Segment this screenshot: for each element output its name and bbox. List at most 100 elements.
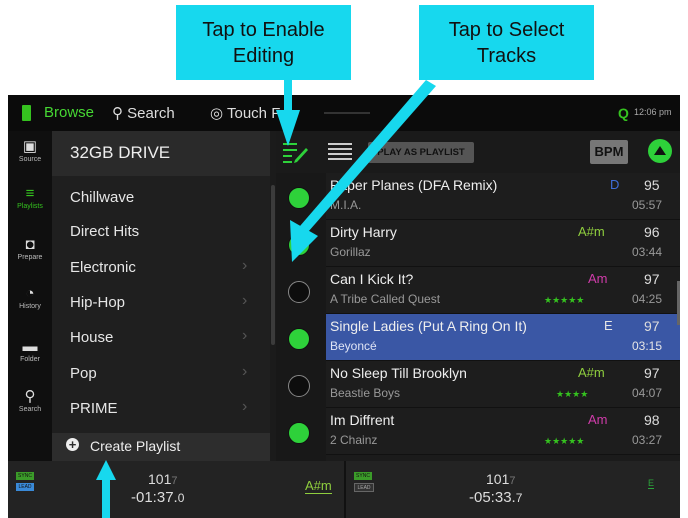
role-badge: LEAD [354,483,374,492]
playlist-label: Hip-Hop [70,294,126,311]
playlist-label: Pop [70,365,97,382]
playlist-item-prime[interactable]: PRIME › [52,392,270,426]
list-view-icon[interactable] [328,142,352,162]
sidebar-item-history[interactable]: ◔ History [8,285,52,311]
track-artist: Beastie Boys [330,386,401,400]
sync-badge[interactable]: SYNC [354,472,372,480]
track-key: A#m [578,365,605,380]
track-duration: 04:07 [632,386,663,400]
deck-time-fraction: 0 [177,491,185,505]
plus-icon: + [66,438,79,451]
folder-icon: ▬ [22,338,38,355]
create-playlist-label: Create Playlist [90,438,181,454]
deck-strip: SYNC LEAD 1017 -01:37.0 A#m SYNC LEAD 10… [8,461,680,518]
drive-row[interactable]: 32GB DRIVE [52,131,270,176]
sidebar-item-label: Source [18,156,42,163]
history-icon: ◔ [25,285,35,302]
battery-icon [22,105,31,121]
deck-right[interactable]: SYNC LEAD 1017 -05:33.7 E [346,461,680,518]
deck-bpm-main: 101 [486,471,510,487]
deck-time-fraction: 7 [515,491,523,505]
sort-direction-button[interactable] [648,139,672,163]
play-as-playlist-button[interactable]: PLAY AS PLAYLIST [368,142,474,163]
track-row[interactable]: Dirty Harry Gorillaz A#m 96 03:44 [326,220,680,267]
create-playlist-button[interactable]: + Create Playlist [52,433,270,461]
chevron-right-icon: › [242,363,248,380]
track-key: A#m [578,224,605,239]
track-key: Am [588,271,608,286]
track-row[interactable]: No Sleep Till Brooklyn Beastie Boys A#m … [326,361,680,408]
track-key: Am [588,412,608,427]
track-rating: ★★★★ [556,389,589,399]
bpm-sort-button[interactable]: BPM [590,140,628,164]
playlist-item-chillwave[interactable]: Chillwave [52,181,270,215]
sidebar-item-playlists[interactable]: ≡ Playlists [8,185,52,211]
tab-touch-fx[interactable]: ◎ Touch F [210,104,280,122]
track-bpm: 95 [644,177,660,193]
tab-browse[interactable]: Browse [44,104,94,121]
playlist-item-direct-hits[interactable]: Direct Hits [52,215,270,249]
track-selection-column [276,173,326,461]
deck-bpm: 1017 [148,471,177,487]
touch-icon: ◎ [210,105,227,122]
search-icon: ⚲ [112,105,128,122]
track-select-toggle[interactable] [288,187,310,209]
track-row[interactable]: Im Diffrent 2 Chainz Am ★★★★★ 98 03:27 [326,408,680,455]
track-row[interactable]: Can I Kick It? A Tribe Called Quest Am ★… [326,267,680,314]
prepare-icon: ◘ [25,236,35,253]
track-key: D [610,177,620,192]
track-key: E [604,318,613,333]
callout-line: Tracks [476,44,537,67]
tab-touch-label: Touch F [227,105,281,122]
sidebar-item-source[interactable]: ▣ Source [8,139,52,164]
sync-badge[interactable]: SYNC [16,472,34,480]
tab-search[interactable]: ⚲ Search [112,104,175,122]
clock-icon: Q [618,105,629,121]
sidebar-item-folder[interactable]: ▬ Folder [8,338,52,364]
edit-list-icon[interactable] [282,140,308,164]
deck-key: E [648,478,655,489]
playlist-item-house[interactable]: House › [52,321,270,355]
track-duration: 04:25 [632,292,663,306]
drag-handle[interactable] [324,112,370,114]
track-title: No Sleep Till Brooklyn [330,365,467,381]
playlist-label: Chillwave [70,189,135,206]
track-duration: 03:27 [632,433,663,447]
deck-bpm-fraction: 7 [509,475,516,487]
track-row[interactable]: Single Ladies (Put A Ring On It) Beyoncé… [326,314,680,361]
track-select-toggle[interactable] [288,328,310,350]
sidebar-item-search[interactable]: ⚲ Search [8,389,52,414]
track-select-toggle[interactable] [288,234,310,256]
track-select-toggle[interactable] [288,281,310,303]
chevron-right-icon: › [242,327,248,344]
chevron-right-icon: › [242,398,248,415]
playlist-scrollbar[interactable] [271,185,275,345]
track-title: Paper Planes (DFA Remix) [330,177,498,193]
deck-time-main: -05:33. [469,489,516,506]
chevron-right-icon: › [242,292,248,309]
tracklist-scrollbar[interactable] [677,281,680,325]
track-select-toggle[interactable] [288,422,310,444]
track-artist: 2 Chainz [330,433,378,447]
deck-key: A#m [305,478,332,494]
tab-search-label: Search [127,105,175,122]
track-bpm: 97 [644,365,660,381]
playlists-icon: ≡ [25,185,35,202]
track-toolbar: PLAY AS PLAYLIST BPM [276,131,680,173]
track-artist: A Tribe Called Quest [330,292,441,306]
deck-left[interactable]: SYNC LEAD 1017 -01:37.0 A#m [8,461,346,518]
playlist-item-pop[interactable]: Pop › [52,357,270,391]
track-bpm: 97 [644,318,660,334]
sidebar-item-prepare[interactable]: ◘ Prepare [8,236,52,262]
device-screen: Browse ⚲ Search ◎ Touch F Q 12:06 pm ▣ S… [8,95,680,518]
drive-label: 32GB DRIVE [70,143,171,162]
track-artist: M.I.A. [330,198,362,212]
track-duration: 05:57 [632,198,663,212]
playlist-item-electronic[interactable]: Electronic › [52,251,270,285]
callout-line: Tap to Select [448,18,565,41]
track-bpm: 97 [644,271,660,287]
track-select-toggle[interactable] [288,375,310,397]
playlist-item-hip-hop[interactable]: Hip-Hop › [52,286,270,320]
track-row[interactable]: Paper Planes (DFA Remix) M.I.A. D 95 05:… [326,173,680,220]
track-artist: Gorillaz [330,245,371,259]
